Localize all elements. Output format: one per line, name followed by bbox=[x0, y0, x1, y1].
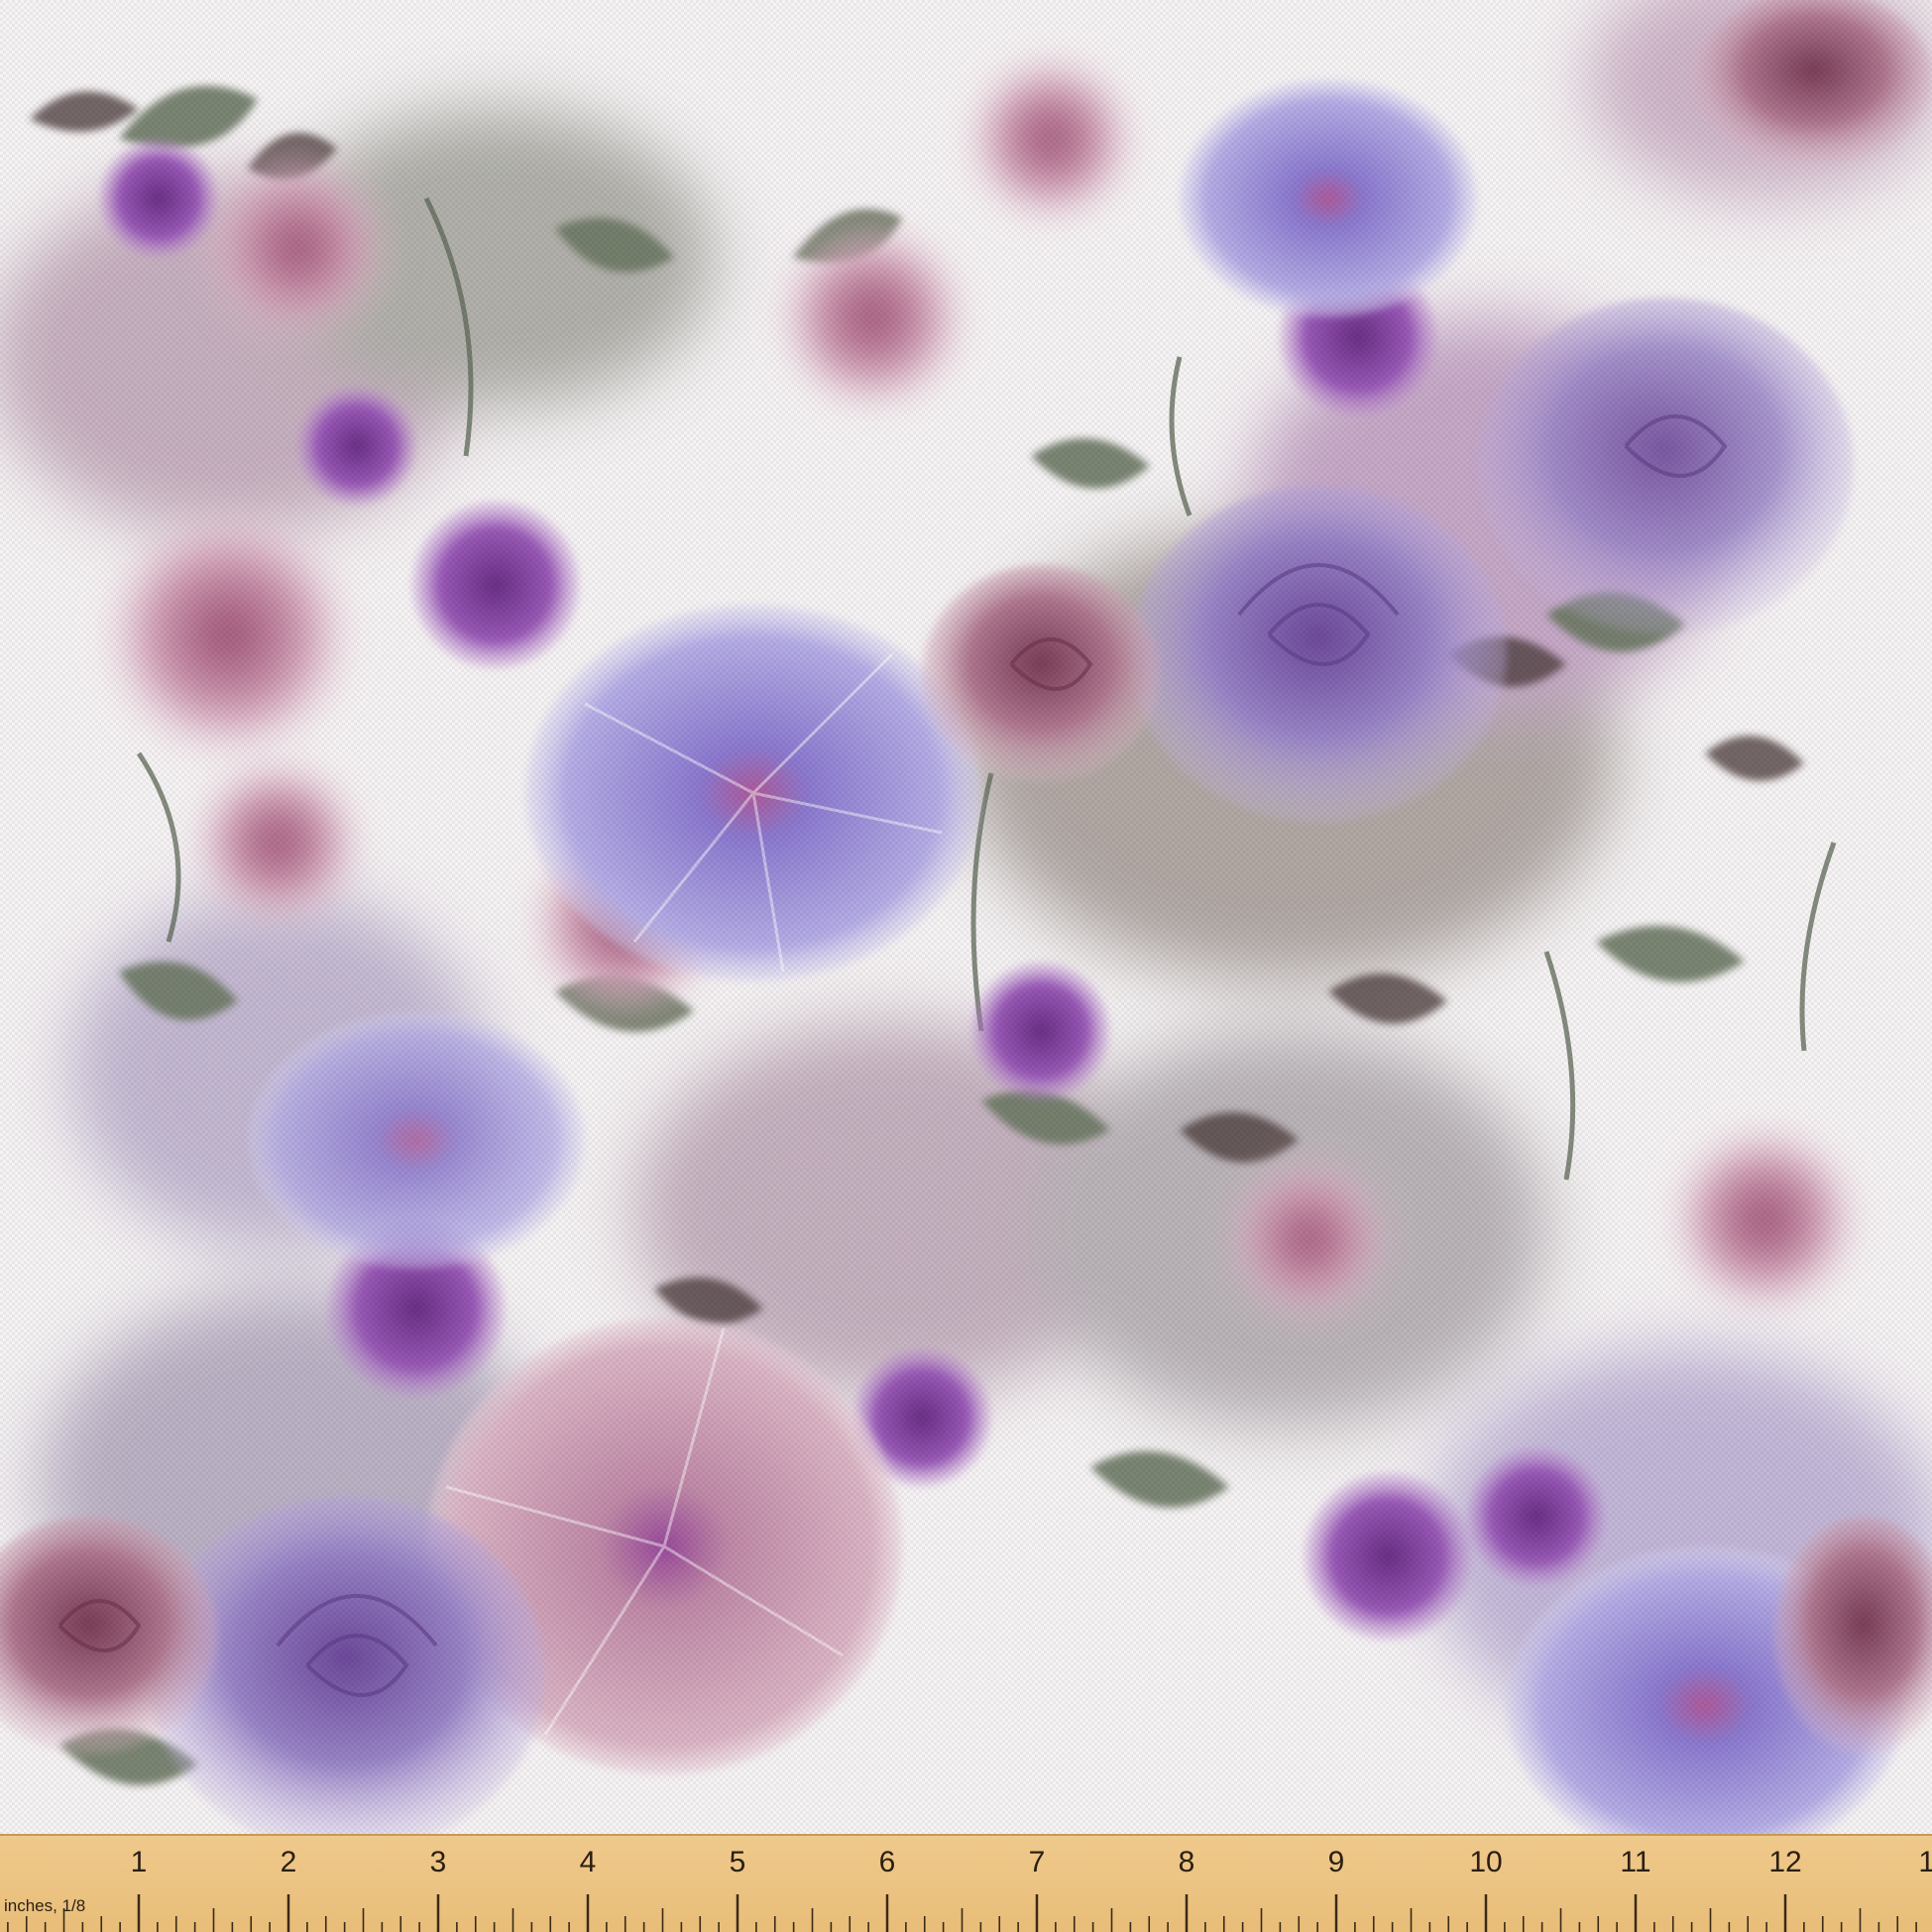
ruler-number: 13 bbox=[1918, 1846, 1932, 1878]
ruler-number: 3 bbox=[429, 1846, 447, 1878]
ruler-number: 1 bbox=[130, 1846, 148, 1878]
ruler-number: 12 bbox=[1768, 1846, 1802, 1878]
fabric-swatch: 12345678910111213 inches, 1/8 bbox=[0, 0, 1932, 1932]
ruler-number: 5 bbox=[729, 1846, 746, 1878]
measuring-ruler: 12345678910111213 inches, 1/8 bbox=[0, 1834, 1932, 1932]
ruler-number: 7 bbox=[1028, 1846, 1046, 1878]
ruler-number: 11 bbox=[1620, 1846, 1651, 1878]
ruler-units-label: inches, 1/8 bbox=[4, 1896, 86, 1915]
ruler-number: 2 bbox=[280, 1846, 297, 1878]
floral-print-image bbox=[0, 0, 1932, 1932]
ruler-number: 8 bbox=[1178, 1846, 1195, 1878]
ruler-number: 10 bbox=[1469, 1846, 1503, 1878]
ruler-number: 9 bbox=[1327, 1846, 1345, 1878]
ruler-number: 6 bbox=[878, 1846, 896, 1878]
ruler-number: 4 bbox=[579, 1846, 597, 1878]
